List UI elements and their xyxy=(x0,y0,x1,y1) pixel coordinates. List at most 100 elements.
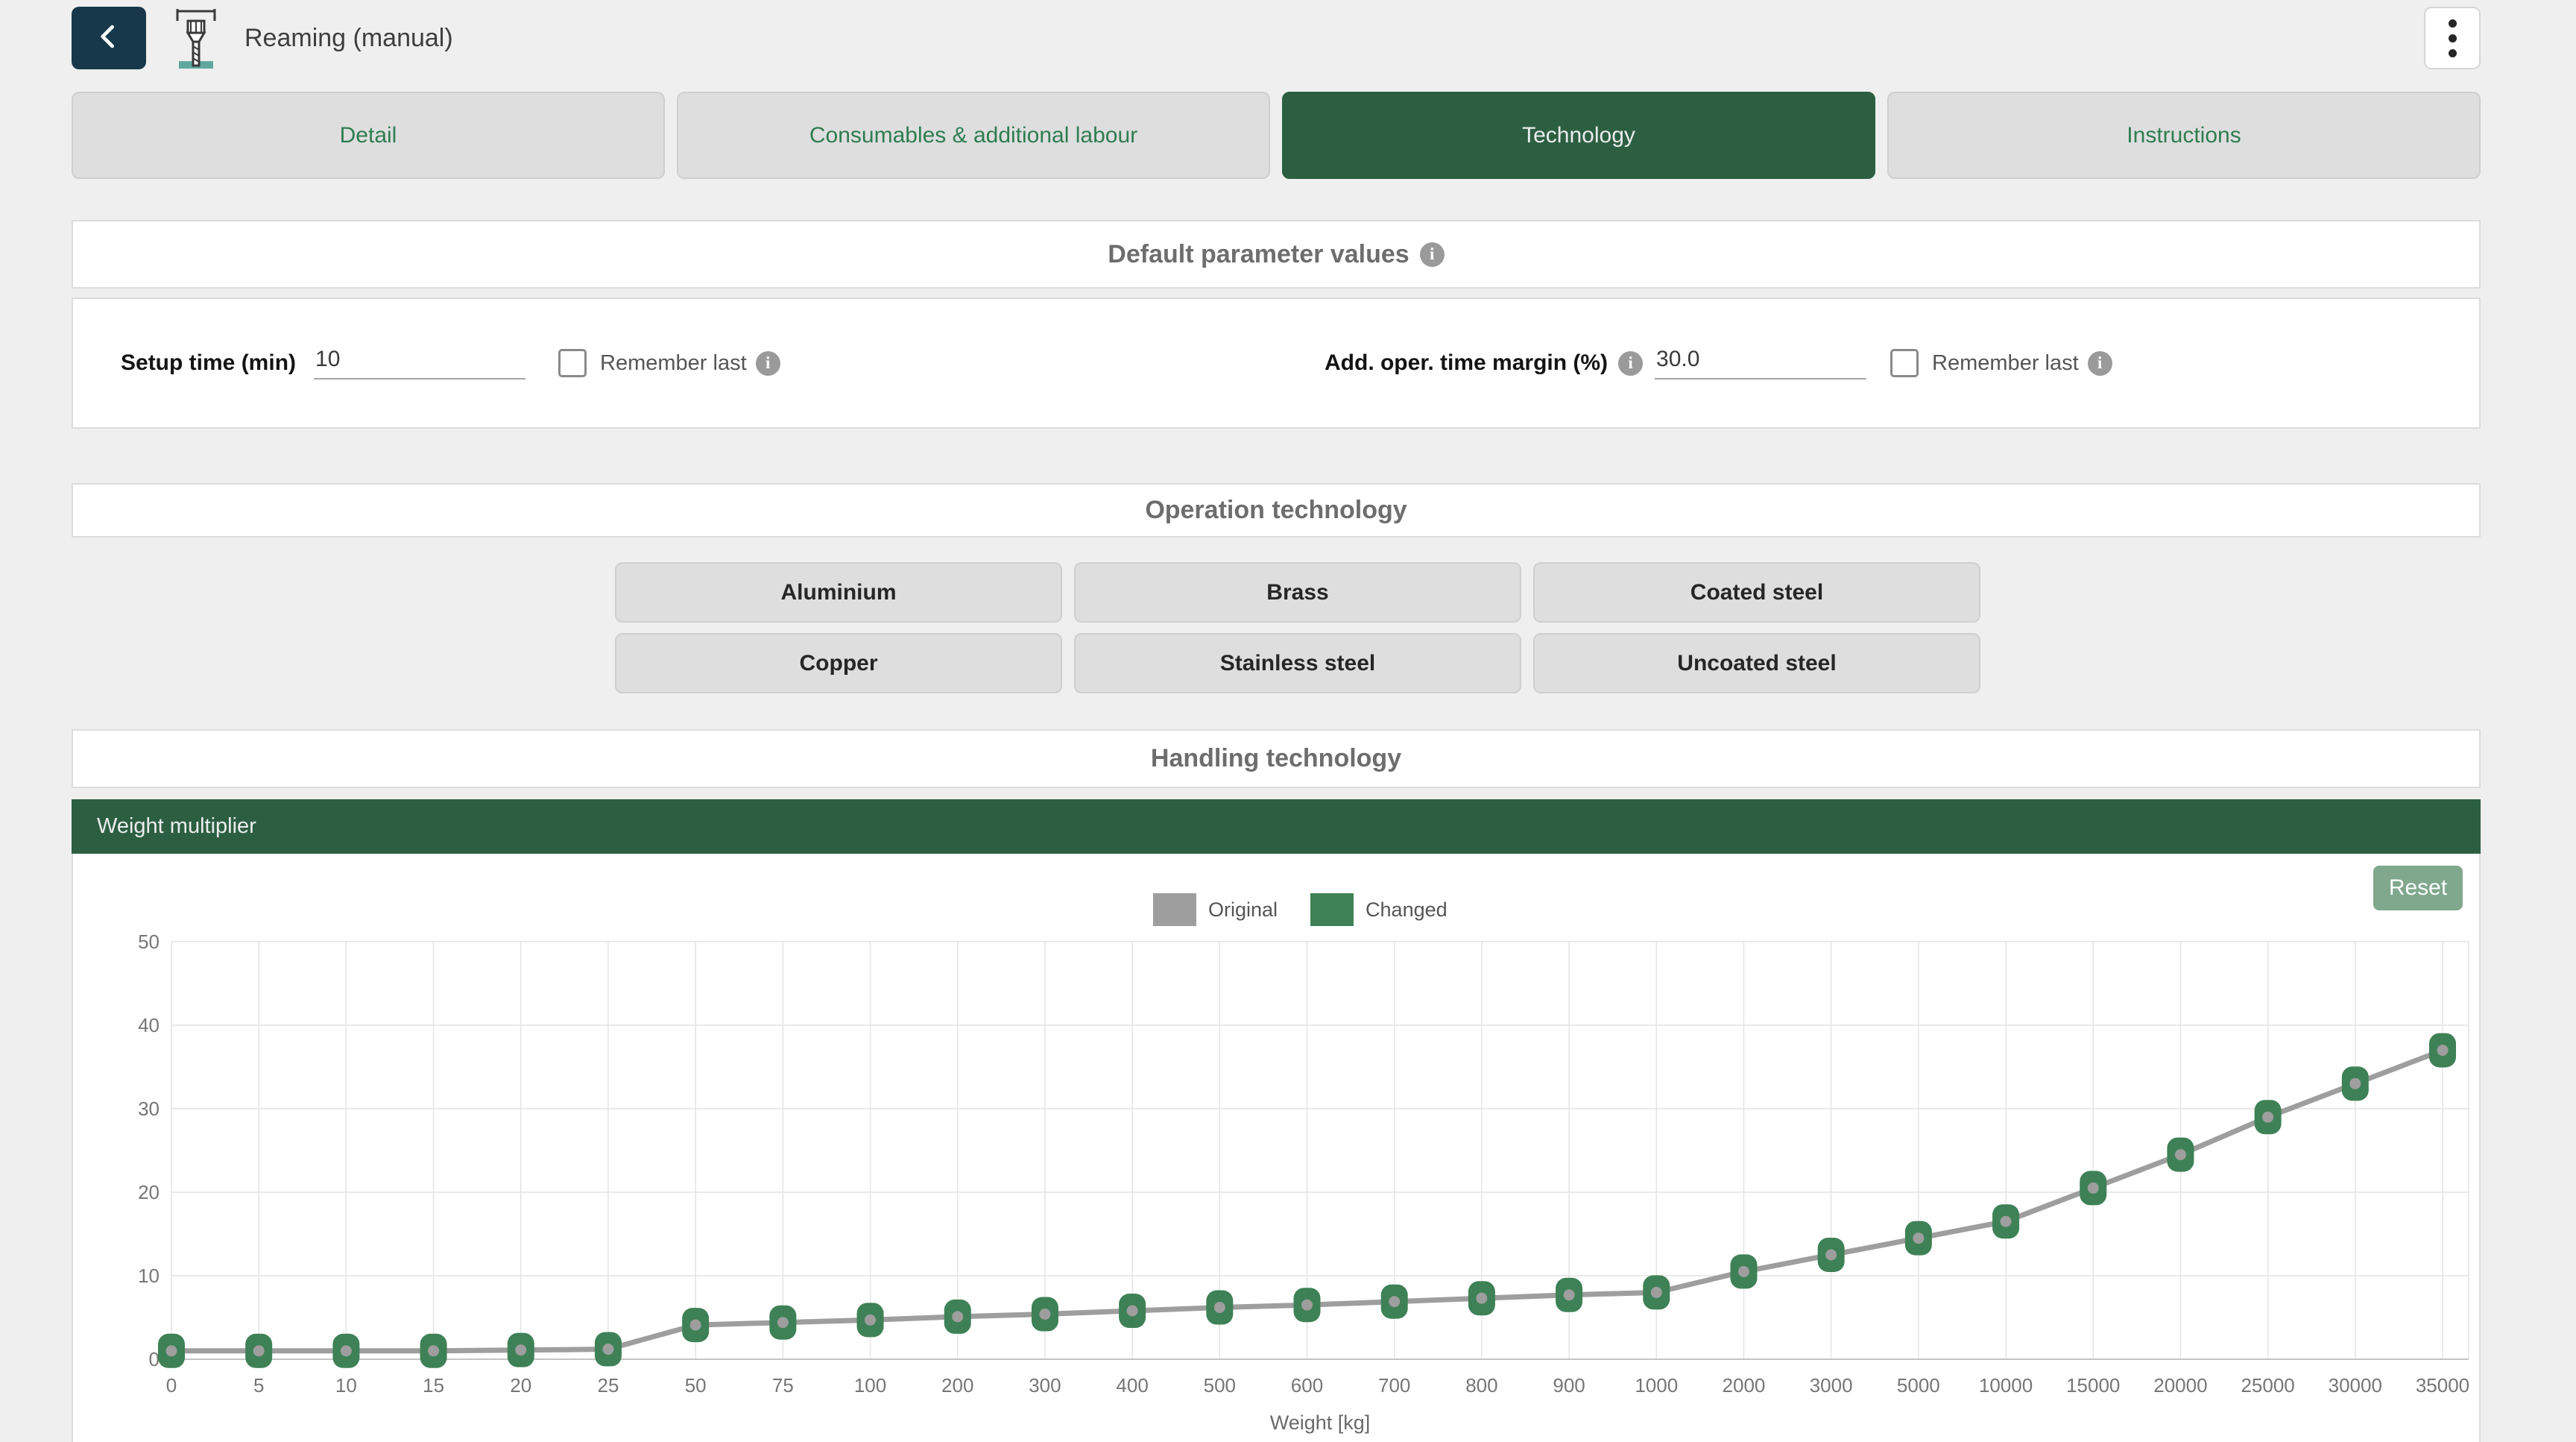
x-tick-label: 200 xyxy=(941,1374,973,1397)
setup-time-label: Setup time (min) xyxy=(121,350,296,376)
setup-time-row: Setup time (min) Remember last i xyxy=(121,299,780,427)
x-tick-label: 35000 xyxy=(2416,1374,2469,1397)
default-parameters-fields-card: Setup time (min) Remember last i Add. op… xyxy=(72,297,2481,429)
tab-instructions[interactable]: Instructions xyxy=(1887,92,2481,179)
series-original-point xyxy=(1564,1289,1575,1300)
series-original-point xyxy=(777,1317,789,1328)
x-tick-label: 700 xyxy=(1378,1374,1410,1397)
x-tick-label: 25000 xyxy=(2241,1374,2294,1397)
x-tick-label: 10000 xyxy=(1979,1374,2033,1397)
material-button-grid: AluminiumBrassCoated steel CopperStainles… xyxy=(615,562,1980,693)
x-tick-label: 800 xyxy=(1465,1374,1497,1397)
weight-multiplier-chart-card: 0102030405005101520255075100200300400500… xyxy=(72,854,2481,1442)
x-tick-label: 20 xyxy=(510,1374,531,1397)
chevron-left-icon xyxy=(92,20,125,57)
x-tick-label: 3000 xyxy=(1810,1374,1853,1397)
series-original-point xyxy=(2437,1045,2449,1056)
x-tick-label: 15 xyxy=(423,1374,444,1397)
x-tick-label: 2000 xyxy=(1723,1374,1766,1397)
legend-item-original: Original xyxy=(1153,893,1278,926)
material-button-brass[interactable]: Brass xyxy=(1074,562,1521,623)
series-original-point xyxy=(2262,1112,2273,1123)
series-original-point xyxy=(1389,1296,1400,1307)
x-tick-label: 500 xyxy=(1204,1374,1236,1397)
series-original-point xyxy=(1214,1302,1225,1313)
x-tick-label: 50 xyxy=(685,1374,707,1397)
series-original-point xyxy=(341,1345,352,1356)
series-original-point xyxy=(1738,1266,1749,1277)
tab-technology[interactable]: Technology xyxy=(1282,92,1875,179)
remember-last-label: Remember last xyxy=(1932,351,2079,376)
tab-consumables-additional-labour[interactable]: Consumables & additional labour xyxy=(677,92,1270,179)
add-oper-time-margin-row: Add. oper. time margin (%) i Remember la… xyxy=(1325,299,2112,427)
material-button-stainless-steel[interactable]: Stainless steel xyxy=(1074,633,1521,693)
default-parameters-heading-card: Default parameter values i xyxy=(72,220,2481,289)
series-original-point xyxy=(602,1344,613,1355)
remember-last-checkbox[interactable] xyxy=(558,349,587,377)
info-icon[interactable]: i xyxy=(1618,351,1643,376)
series-original-point xyxy=(865,1315,876,1326)
material-button-copper[interactable]: Copper xyxy=(615,633,1062,693)
x-tick-label: 900 xyxy=(1553,1374,1585,1397)
screen: Reaming (manual) DetailConsumables & add… xyxy=(0,0,2576,1442)
y-tick-label: 30 xyxy=(138,1098,160,1120)
legend-label: Changed xyxy=(1366,898,1448,922)
x-tick-label: 75 xyxy=(772,1374,794,1397)
y-tick-label: 40 xyxy=(138,1014,160,1036)
add-oper-time-margin-input[interactable] xyxy=(1655,347,1866,380)
material-button-uncoated-steel[interactable]: Uncoated steel xyxy=(1533,633,1980,693)
remember-last-checkbox[interactable] xyxy=(1890,349,1919,377)
x-axis-title: Weight [kg] xyxy=(1270,1411,1371,1434)
weight-multiplier-title: Weight multiplier xyxy=(97,814,256,839)
add-oper-time-margin-label: Add. oper. time margin (%) xyxy=(1325,350,1608,376)
material-button-coated-steel[interactable]: Coated steel xyxy=(1533,562,1980,623)
series-original-point xyxy=(1301,1300,1313,1311)
kebab-menu-button[interactable] xyxy=(2424,7,2481,69)
y-tick-label: 50 xyxy=(138,931,160,953)
series-original-point xyxy=(2349,1078,2361,1089)
x-tick-label: 1000 xyxy=(1635,1374,1678,1397)
series-original-point xyxy=(2175,1149,2186,1160)
series-original-point xyxy=(1127,1306,1138,1317)
x-tick-label: 25 xyxy=(598,1374,619,1397)
back-button[interactable] xyxy=(72,7,146,69)
x-tick-label: 0 xyxy=(166,1374,177,1397)
series-original-point xyxy=(952,1311,963,1322)
legend-item-changed: Changed xyxy=(1310,893,1448,926)
series-original-point xyxy=(1825,1250,1837,1261)
reaming-tool-icon xyxy=(167,6,225,72)
operation-technology-heading-text: Operation technology xyxy=(1145,496,1407,525)
x-tick-label: 20000 xyxy=(2153,1374,2207,1397)
info-icon[interactable]: i xyxy=(1420,242,1445,267)
handling-technology-heading-text: Handling technology xyxy=(1151,744,1401,773)
operation-technology-heading-card: Operation technology xyxy=(72,483,2481,538)
info-icon[interactable]: i xyxy=(756,351,780,376)
weight-multiplier-chart[interactable]: 0102030405005101520255075100200300400500… xyxy=(73,854,2482,1442)
x-tick-label: 100 xyxy=(854,1374,886,1397)
default-parameters-heading: Default parameter values i xyxy=(1108,240,1444,269)
page-title: Reaming (manual) xyxy=(244,0,453,76)
tab-bar: DetailConsumables & additional labourTec… xyxy=(72,92,2481,179)
series-original-point xyxy=(428,1345,439,1356)
kebab-dot xyxy=(2449,49,2457,57)
series-original-point xyxy=(253,1345,265,1356)
series-original-point xyxy=(2088,1183,2099,1194)
series-original-point xyxy=(2001,1216,2012,1227)
x-tick-label: 15000 xyxy=(2066,1374,2120,1397)
y-tick-label: 0 xyxy=(149,1348,160,1370)
legend-label: Original xyxy=(1208,898,1278,922)
series-original-point xyxy=(166,1345,177,1356)
kebab-dot xyxy=(2449,34,2457,42)
setup-time-input[interactable] xyxy=(314,347,525,380)
kebab-dot xyxy=(2449,19,2457,28)
tab-detail[interactable]: Detail xyxy=(72,92,665,179)
info-icon[interactable]: i xyxy=(2088,351,2112,376)
default-parameters-heading-text: Default parameter values xyxy=(1108,240,1409,269)
series-original-point xyxy=(515,1344,526,1356)
y-tick-label: 10 xyxy=(138,1265,160,1287)
series-original-point xyxy=(1913,1232,1924,1244)
y-tick-label: 20 xyxy=(138,1181,160,1203)
reset-button[interactable]: Reset xyxy=(2373,866,2463,910)
handling-technology-heading-card: Handling technology xyxy=(72,729,2481,788)
material-button-aluminium[interactable]: Aluminium xyxy=(615,562,1062,623)
